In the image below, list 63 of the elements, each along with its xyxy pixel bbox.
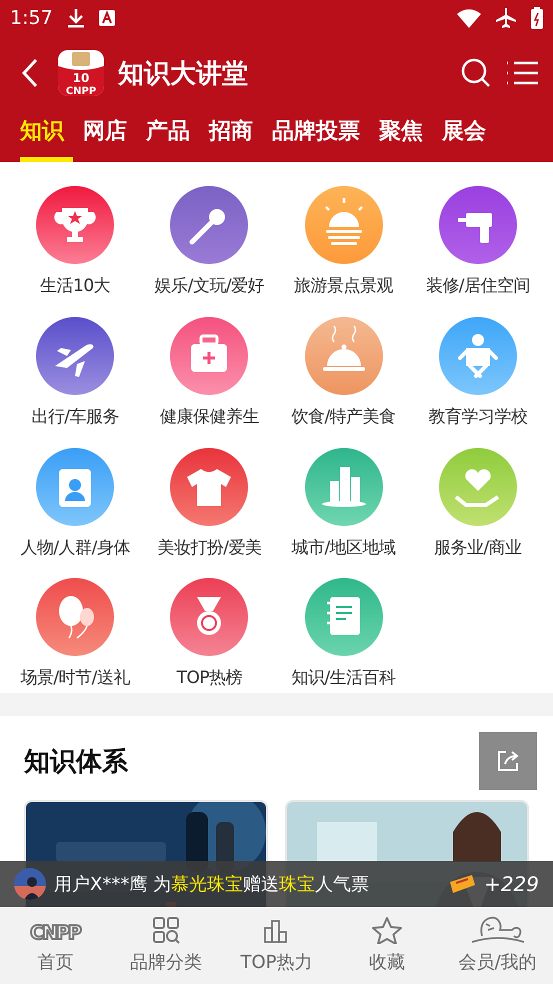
mic-icon[interactable] (170, 186, 248, 264)
trophy-icon[interactable] (36, 186, 114, 264)
category-label[interactable]: TOP热榜 (176, 666, 242, 690)
airplane-icon (495, 7, 517, 29)
category-tab[interactable]: 网店 (83, 110, 136, 162)
category-tab[interactable]: 知识 (20, 110, 73, 162)
nav-tab[interactable]: 会员/我的 (442, 907, 553, 984)
star-icon (372, 916, 402, 944)
app-logo: 10 CNPP (58, 50, 104, 96)
nav-tab[interactable]: TOP热力 (221, 907, 332, 984)
search-icon[interactable] (461, 58, 491, 88)
balloon-icon[interactable] (36, 578, 114, 656)
notification-icon (98, 10, 115, 26)
category-label[interactable]: 旅游景点景观 (294, 274, 394, 297)
category-label[interactable]: 娱乐/文玩/爱好 (154, 274, 264, 297)
category-tab[interactable]: 招商 (209, 110, 262, 162)
grid-icon (152, 916, 180, 944)
medal-icon[interactable] (170, 578, 248, 656)
ticket-icon (448, 874, 476, 894)
back-icon[interactable] (22, 58, 38, 88)
category-label[interactable]: 出行/车服务 (31, 404, 119, 428)
category-label[interactable]: 知识/生活百科 (292, 666, 396, 690)
category-label[interactable]: 人物/人群/身体 (20, 536, 130, 558)
category-label[interactable]: 健康保健养生 (160, 404, 259, 428)
menu-icon[interactable] (505, 60, 539, 86)
category-tab[interactable]: 展会 (442, 110, 495, 162)
category-label[interactable]: 服务业/商业 (434, 536, 522, 558)
logo-icon: CNPP (26, 918, 84, 944)
medkit-icon[interactable] (170, 316, 248, 395)
category-label[interactable]: 美妆打扮/爱美 (157, 536, 262, 558)
page-title: 知识大讲堂 (118, 58, 248, 90)
category-label[interactable]: 饮食/特产美食 (292, 404, 396, 428)
category-tab[interactable]: 产品 (146, 110, 199, 162)
baby-icon[interactable] (438, 316, 517, 395)
vote-count: +229 (484, 872, 539, 896)
category-label[interactable]: 教育学习学校 (428, 404, 528, 428)
bar-chart-icon (263, 918, 290, 944)
drill-icon[interactable] (438, 186, 517, 264)
status-time: 1:57 (10, 7, 53, 29)
share-icon (496, 749, 520, 773)
sunrise-icon[interactable] (304, 186, 383, 264)
category-tab[interactable]: 聚焦 (379, 110, 432, 162)
category-tab[interactable]: 品牌投票 (272, 110, 369, 162)
nav-tab[interactable]: 品牌分类 (110, 907, 222, 984)
category-label[interactable]: 生活10大 (40, 274, 110, 297)
book-icon[interactable] (304, 578, 383, 656)
shirt-icon[interactable] (170, 448, 248, 526)
gift-notice: 用户X***鹰 为慕光珠宝赠送珠宝人气票 (54, 873, 370, 896)
dish-icon[interactable] (304, 316, 383, 395)
plane-icon[interactable] (36, 316, 114, 395)
category-label[interactable]: 场景/时节/送礼 (20, 666, 130, 690)
badge-icon[interactable] (36, 448, 114, 526)
category-label[interactable]: 装修/居住空间 (426, 274, 530, 297)
battery-icon (531, 7, 543, 29)
avatar (14, 868, 46, 900)
share-button[interactable] (479, 732, 537, 790)
city-icon[interactable] (304, 448, 383, 526)
category-label[interactable]: 城市/地区地域 (292, 536, 396, 558)
section-title: 知识体系 (24, 746, 128, 778)
wifi-icon (457, 8, 481, 28)
nav-tab[interactable]: CNPP 首页 (0, 907, 111, 984)
download-icon (66, 8, 85, 28)
nav-tab[interactable]: 收藏 (332, 907, 442, 984)
